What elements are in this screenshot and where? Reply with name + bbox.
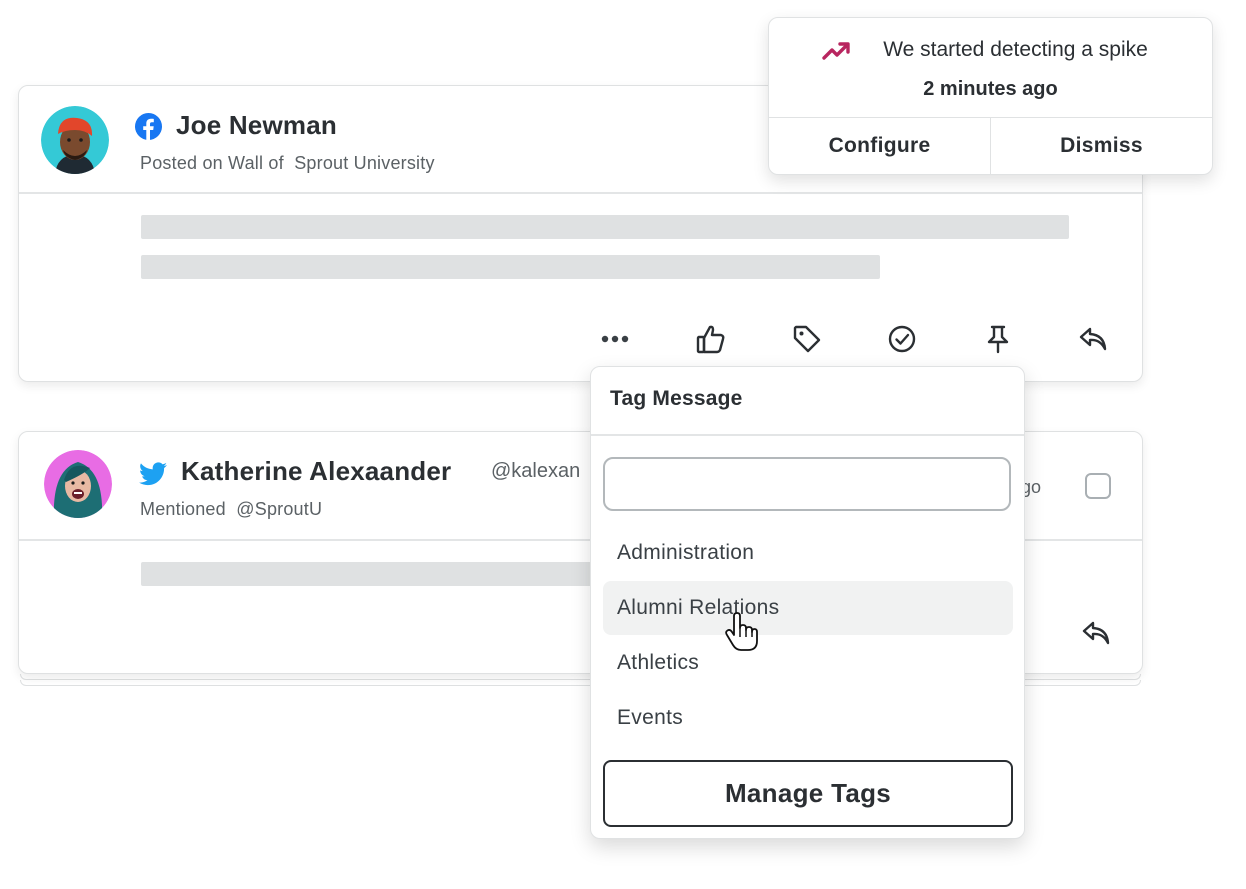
dismiss-button[interactable]: Dismiss — [990, 118, 1212, 174]
tag-message-dropdown: Tag Message Administration Alumni Relati… — [590, 366, 1025, 839]
twitter-icon — [139, 462, 167, 491]
card-divider — [19, 192, 1142, 194]
tag-icon[interactable] — [790, 322, 824, 356]
manage-tags-button[interactable]: Manage Tags — [603, 760, 1013, 827]
spike-alert: We started detecting a spike 2 minutes a… — [768, 17, 1213, 175]
dropdown-divider — [591, 434, 1024, 436]
complete-icon[interactable] — [885, 322, 919, 356]
reply-icon[interactable] — [1076, 322, 1110, 356]
like-icon[interactable] — [694, 322, 728, 356]
reply-icon[interactable] — [1079, 616, 1113, 650]
tag-option-events[interactable]: Events — [603, 691, 1013, 745]
alert-message: We started detecting a spike — [883, 38, 1148, 61]
more-icon[interactable] — [598, 322, 632, 356]
post-context: Mentioned @SproutU — [140, 499, 323, 519]
message-text-placeholder — [141, 562, 601, 586]
tag-option-alumni-relations[interactable]: Alumni Relations — [603, 581, 1013, 635]
tag-search-input[interactable] — [603, 457, 1011, 511]
pin-icon[interactable] — [981, 322, 1015, 356]
hand-pointer-icon — [724, 612, 758, 652]
post-context: Posted on Wall of Sprout University — [140, 153, 435, 173]
alert-time: 2 minutes ago — [923, 78, 1058, 100]
tag-option-athletics[interactable]: Athletics — [603, 636, 1013, 690]
author-handle: @kalexan — [491, 460, 581, 482]
alert-actions: Configure Dismiss — [769, 117, 1212, 174]
message-text-placeholder — [141, 215, 1069, 239]
dropdown-title: Tag Message — [610, 387, 743, 410]
author-name[interactable]: Katherine Alexaander — [181, 456, 451, 487]
tag-option-administration[interactable]: Administration — [603, 526, 1013, 580]
facebook-icon — [135, 113, 162, 145]
avatar — [44, 450, 112, 518]
author-name[interactable]: Joe Newman — [176, 110, 337, 141]
configure-button[interactable]: Configure — [769, 118, 990, 174]
message-text-placeholder — [141, 255, 880, 279]
avatar — [41, 106, 109, 174]
select-checkbox[interactable] — [1085, 473, 1111, 499]
